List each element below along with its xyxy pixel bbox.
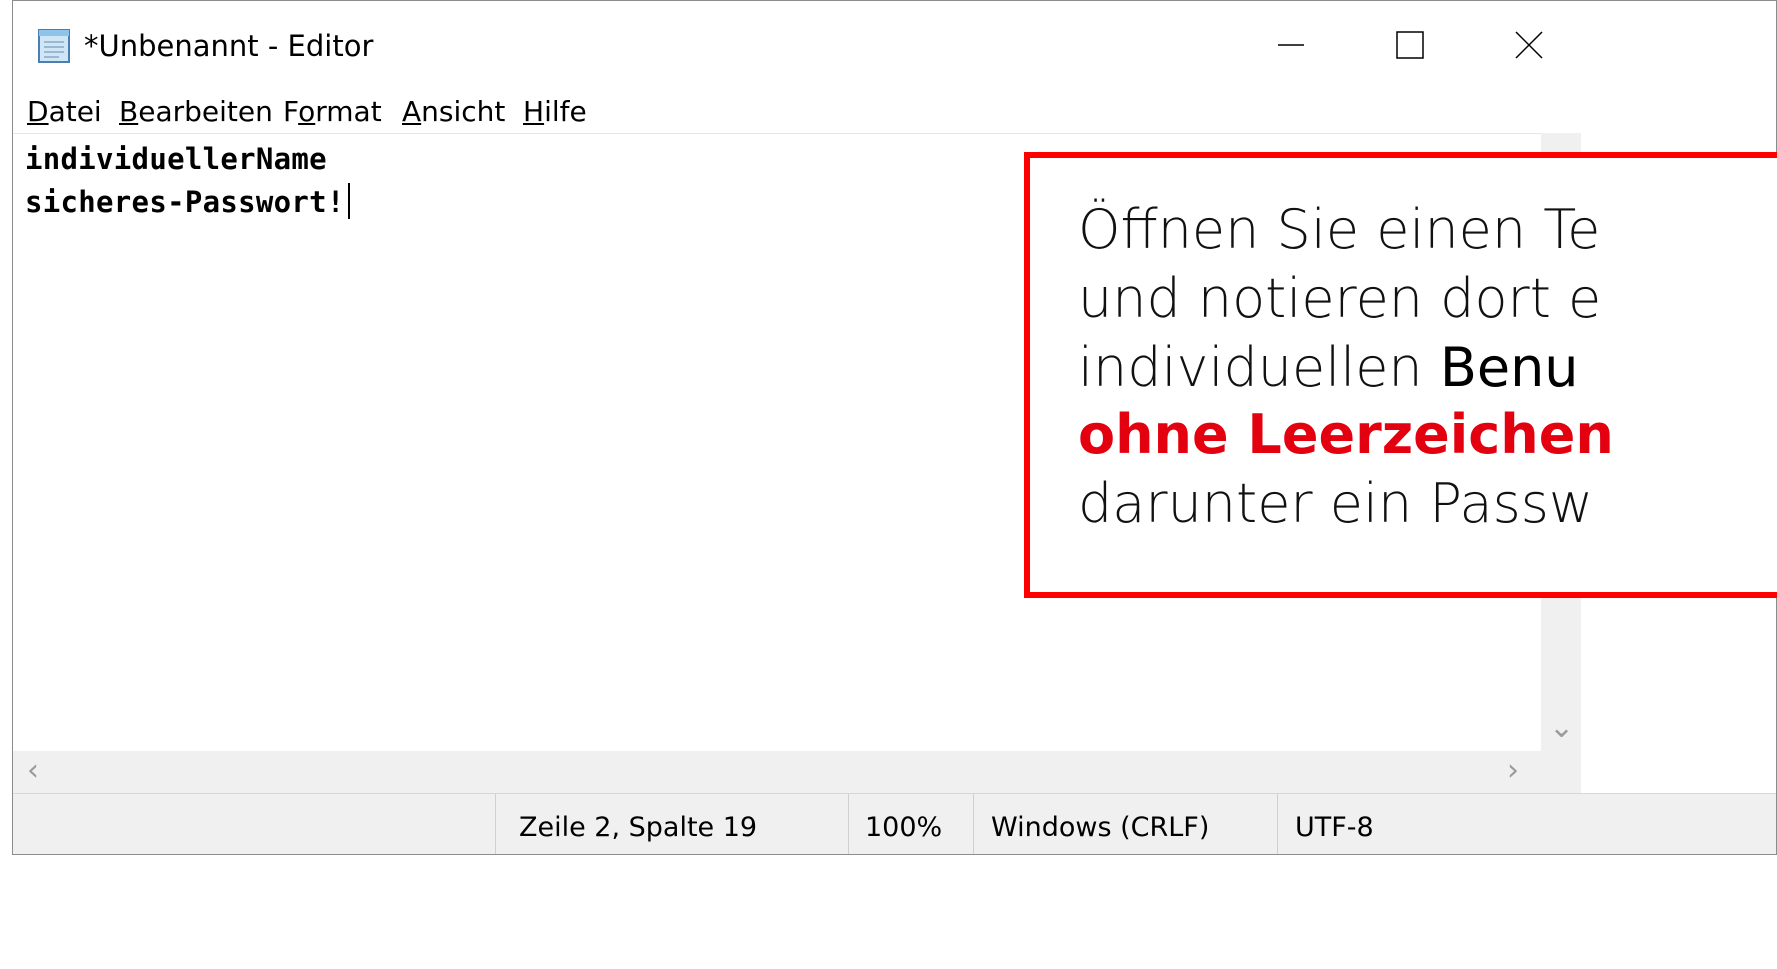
maximize-icon [1395,30,1425,65]
scroll-down-icon[interactable]: ⌄ [1549,713,1574,743]
editor-line-1: individuellerName [25,142,327,176]
callout-line-4-emphasis: ohne Leerzeichen [1078,403,1614,466]
minimize-icon [1276,30,1306,65]
close-button[interactable] [1469,1,1588,93]
scrollbar-corner [1541,751,1581,793]
status-divider [1277,794,1278,854]
callout-line-2: und notieren dort e [1078,267,1602,330]
status-cursor-position: Zeile 2, Spalte 19 [519,812,758,843]
status-bar: Zeile 2, Spalte 19 100% Windows (CRLF) U… [13,793,1776,854]
status-divider [848,794,849,854]
status-divider [973,794,974,854]
menu-bearbeiten[interactable]: Bearbeiten [117,95,275,128]
minimize-button[interactable] [1231,1,1350,93]
maximize-button[interactable] [1350,1,1469,93]
editor-line-2: sicheres-Passwort! [25,183,350,222]
status-divider [495,794,496,854]
scroll-right-icon[interactable]: › [1507,756,1519,786]
menu-hilfe[interactable]: Hilfe [521,95,589,128]
instruction-callout: Öffnen Sie einen Te und notieren dort e … [1024,152,1777,598]
horizontal-scrollbar[interactable]: ‹ › [13,751,1541,793]
callout-line-3: individuellen Benu [1078,336,1579,399]
callout-line-5: darunter ein Passw [1078,472,1594,535]
title-bar[interactable]: *Unbenannt - Editor [13,1,1776,93]
text-caret [347,183,350,219]
notepad-icon [35,25,75,65]
menu-bar: Datei Bearbeiten Format Ansicht Hilfe [13,93,1776,133]
callout-line-1: Öffnen Sie einen Te [1078,198,1601,261]
scroll-left-icon[interactable]: ‹ [27,756,39,786]
status-zoom: 100% [865,812,943,843]
status-line-ending: Windows (CRLF) [991,812,1210,843]
close-icon [1514,30,1544,65]
menu-format[interactable]: Format [281,95,384,128]
menu-datei[interactable]: Datei [25,95,104,128]
status-encoding: UTF-8 [1295,812,1374,843]
menu-ansicht[interactable]: Ansicht [400,95,507,128]
window-title: *Unbenannt - Editor [84,29,374,63]
